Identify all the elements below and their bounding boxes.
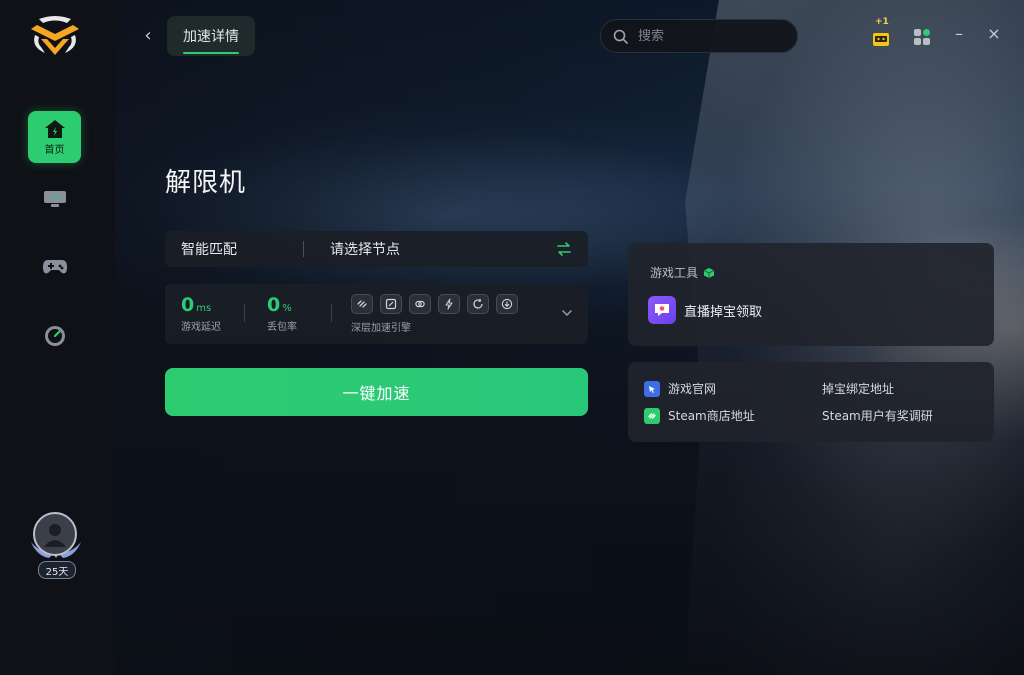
apps-grid-icon [914, 29, 930, 45]
game-links-panel: 游戏官网 Steam商店地址 掉宝绑定地址 Steam用户有奖调研 [628, 362, 994, 442]
smart-match-label[interactable]: 智能匹配 [181, 239, 303, 259]
tool-live-drop-claim[interactable]: 直播掉宝领取 [648, 296, 762, 324]
user-profile[interactable]: 25天 [29, 510, 83, 580]
live-stream-icon [655, 304, 669, 316]
search-box[interactable] [600, 19, 798, 53]
membership-days-badge: 25天 [38, 561, 76, 579]
link-drop-binding-label: 掉宝绑定地址 [822, 382, 895, 396]
sidebar-item-speed[interactable] [28, 310, 81, 362]
close-button[interactable]: × [986, 26, 1002, 42]
tool-live-drop-label: 直播掉宝领取 [684, 304, 763, 320]
engine-toggle-boost[interactable] [438, 294, 460, 314]
accel-stats-panel: 0 ms 游戏延迟 0% 丢包率 深层加速引擎 [165, 284, 588, 344]
live-drop-icon [648, 296, 676, 324]
tab-accel-detail[interactable]: 加速详情 [167, 16, 255, 56]
link-icon [357, 300, 367, 308]
packet-loss-stat: 0% 丢包率 [267, 294, 297, 333]
gift-robot-icon [873, 33, 889, 46]
link-steam-store[interactable]: Steam商店地址 [644, 407, 755, 424]
chain-icon [415, 300, 425, 308]
download-icon [501, 298, 513, 310]
link-steam-survey[interactable]: Steam用户有奖调研 [822, 407, 933, 424]
link-steam-store-label: Steam商店地址 [668, 409, 755, 423]
game-tools-panel: 游戏工具 直播掉宝领取 [628, 243, 994, 346]
sidebar: 首页 25天 [0, 0, 115, 675]
minimize-button[interactable]: – [951, 26, 967, 42]
game-title: 解限机 [165, 168, 247, 198]
latency-value: 0 [181, 294, 195, 316]
divider [303, 241, 304, 257]
engine-toggle-chain[interactable] [409, 294, 431, 314]
speedometer-icon [44, 326, 65, 346]
sidebar-item-host[interactable] [28, 173, 81, 225]
gamepad-icon [42, 260, 67, 274]
link-drop-binding[interactable]: 掉宝绑定地址 [822, 380, 894, 397]
latency-unit: ms [196, 303, 212, 314]
home-icon [44, 119, 65, 138]
divider [331, 304, 332, 322]
engine-toggles [351, 294, 518, 314]
engine-toggle-refresh[interactable] [467, 294, 489, 314]
divider [244, 304, 245, 322]
loss-label: 丢包率 [267, 322, 297, 333]
game-tools-title: 游戏工具 [650, 266, 699, 280]
latency-stat: 0 ms 游戏延迟 [181, 294, 221, 333]
node-selector[interactable]: 智能匹配 请选择节点 [165, 231, 588, 267]
lightning-icon [445, 298, 453, 310]
app-logo-icon [31, 16, 79, 55]
engine-label: 深层加速引擎 [351, 323, 411, 334]
engine-toggle-download[interactable] [496, 294, 518, 314]
loss-value: 0 [267, 294, 281, 316]
avatar[interactable] [33, 512, 77, 556]
search-input[interactable] [636, 27, 780, 45]
latency-label: 游戏延迟 [181, 322, 221, 333]
back-button[interactable]: ‹ [138, 26, 158, 46]
link-official-site-label: 游戏官网 [668, 382, 717, 396]
apps-button[interactable] [911, 26, 933, 48]
sidebar-item-game[interactable] [28, 241, 81, 293]
loss-unit: % [282, 303, 292, 314]
search-icon [613, 29, 628, 44]
official-site-icon [644, 380, 660, 397]
sidebar-item-home[interactable]: 首页 [28, 111, 81, 163]
link-steam-survey-label: Steam用户有奖调研 [822, 409, 933, 423]
sidebar-item-label: 首页 [44, 144, 65, 156]
one-click-accelerate-button[interactable]: 一键加速 [165, 368, 588, 416]
link-official-site[interactable]: 游戏官网 [644, 380, 716, 397]
window-icon [385, 298, 397, 310]
user-icon [44, 524, 66, 547]
monitor-icon [43, 191, 66, 207]
gift-button[interactable] [870, 26, 892, 48]
refresh-icon [473, 298, 483, 309]
swap-icon[interactable] [556, 241, 572, 257]
chevron-down-icon[interactable] [560, 306, 574, 320]
engine-toggle-link[interactable] [351, 294, 373, 314]
engine-toggle-window[interactable] [380, 294, 402, 314]
game-tools-header: 游戏工具 [650, 264, 715, 281]
node-select-placeholder[interactable]: 请选择节点 [330, 239, 556, 259]
steam-link-icon [644, 407, 660, 424]
cube-icon [703, 267, 715, 278]
